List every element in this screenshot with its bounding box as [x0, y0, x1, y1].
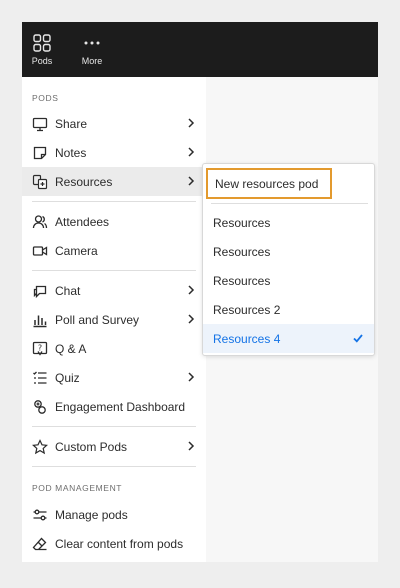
submenu-item-resources-2[interactable]: Resources 2	[203, 295, 374, 324]
menu-item-custom-pods[interactable]: Custom Pods	[22, 432, 206, 461]
pods-menu: PODS Share Notes Resources Attendees Cam…	[22, 77, 206, 562]
share-screen-icon	[32, 116, 48, 132]
menu-item-label: Camera	[55, 243, 98, 258]
notes-icon	[32, 145, 48, 161]
menu-item-attendees[interactable]: Attendees	[22, 207, 206, 236]
divider	[32, 426, 196, 427]
menu-item-resources[interactable]: Resources	[22, 167, 206, 196]
app-frame: Pods More PODS Share Notes Resources Att…	[22, 22, 378, 562]
divider	[211, 203, 368, 204]
menu-item-camera[interactable]: Camera	[22, 236, 206, 265]
chevron-right-icon	[188, 147, 195, 157]
svg-text:?: ?	[38, 343, 42, 352]
chevron-right-icon	[188, 118, 195, 128]
submenu-item-resources[interactable]: Resources	[203, 208, 374, 237]
pods-button[interactable]: Pods	[22, 33, 62, 69]
menu-item-label: Poll and Survey	[55, 312, 140, 327]
pod-management-section-heading: POD MANAGEMENT	[32, 483, 123, 493]
engagement-icon	[32, 399, 48, 415]
menu-item-label: Notes	[55, 145, 87, 160]
new-resources-pod-button[interactable]: New resources pod	[206, 168, 332, 199]
submenu-item-resources[interactable]: Resources	[203, 266, 374, 295]
submenu-item-resources[interactable]: Resources	[203, 237, 374, 266]
quiz-icon	[32, 370, 48, 386]
menu-item-label: Q & A	[55, 341, 87, 356]
more-dots-icon	[83, 33, 101, 53]
menu-item-label: Quiz	[55, 370, 80, 385]
menu-item-label: Share	[55, 116, 88, 131]
qa-icon: ?	[32, 341, 48, 357]
menu-item-label: Custom Pods	[55, 439, 128, 454]
menu-item-label: Manage pods	[55, 507, 128, 522]
more-label: More	[81, 56, 103, 66]
menu-item-poll-and-survey[interactable]: Poll and Survey	[22, 305, 206, 334]
resources-submenu: New resources pod Resources Resources Re…	[202, 163, 375, 356]
menu-item-label: Attendees	[55, 214, 110, 229]
more-button[interactable]: More	[72, 33, 112, 69]
menu-item-label: Clear content from pods	[55, 536, 184, 551]
pods-section-heading: PODS	[32, 93, 59, 103]
menu-item-clear-content[interactable]: Clear content from pods	[22, 529, 206, 558]
submenu-item-label: Resources 4	[213, 331, 281, 346]
top-toolbar: Pods More	[22, 22, 378, 77]
menu-item-label: Engagement Dashboard	[55, 399, 186, 414]
attendees-icon	[32, 214, 48, 230]
sliders-icon	[32, 507, 48, 523]
submenu-item-resources-4[interactable]: Resources 4	[203, 324, 374, 353]
menu-item-qa[interactable]: ? Q & A	[22, 334, 206, 363]
pods-grid-icon	[33, 33, 51, 53]
chevron-right-icon	[188, 285, 195, 295]
star-icon	[32, 438, 48, 455]
chevron-right-icon	[188, 441, 195, 451]
divider	[32, 270, 196, 271]
poll-icon	[32, 312, 48, 328]
menu-item-quiz[interactable]: Quiz	[22, 363, 206, 392]
checkmark-icon	[353, 334, 363, 343]
menu-item-engagement-dashboard[interactable]: Engagement Dashboard	[22, 392, 206, 421]
camera-icon	[32, 243, 48, 259]
chevron-right-icon	[188, 372, 195, 382]
chevron-right-icon	[188, 314, 195, 324]
resources-icon	[32, 174, 48, 190]
menu-item-share[interactable]: Share	[22, 109, 206, 138]
menu-item-label: Resources	[55, 174, 113, 189]
menu-item-chat[interactable]: Chat	[22, 276, 206, 305]
eraser-icon	[32, 536, 48, 552]
menu-item-label: Chat	[55, 283, 81, 298]
chat-icon	[32, 283, 48, 299]
chevron-right-icon	[188, 176, 195, 186]
divider	[32, 466, 196, 467]
menu-item-manage-pods[interactable]: Manage pods	[22, 500, 206, 529]
menu-item-notes[interactable]: Notes	[22, 138, 206, 167]
pods-label: Pods	[31, 56, 53, 66]
divider	[32, 201, 196, 202]
